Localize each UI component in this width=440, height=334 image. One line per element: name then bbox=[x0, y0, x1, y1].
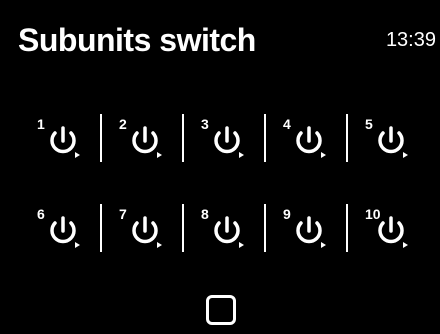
power-icon bbox=[214, 216, 244, 248]
power-icon bbox=[378, 126, 408, 158]
clock: 13:39 bbox=[385, 29, 436, 51]
page-title: Subunits switch bbox=[18, 22, 256, 58]
subunit-4-button[interactable]: 4 bbox=[264, 108, 346, 168]
subunit-2-button[interactable]: 2 bbox=[100, 108, 182, 168]
subunit-6-button[interactable]: 6 bbox=[18, 198, 100, 258]
power-icon bbox=[50, 216, 80, 248]
power-icon bbox=[214, 126, 244, 158]
subunit-3-button[interactable]: 3 bbox=[182, 108, 264, 168]
power-icon bbox=[50, 126, 80, 158]
subunit-row-1: 1 2 3 4 5 bbox=[18, 108, 428, 168]
subunit-9-button[interactable]: 9 bbox=[264, 198, 346, 258]
subunit-1-button[interactable]: 1 bbox=[18, 108, 100, 168]
stop-square-button[interactable] bbox=[206, 295, 236, 325]
subunit-10-button[interactable]: 10 bbox=[346, 198, 428, 258]
power-icon bbox=[132, 216, 162, 248]
power-icon bbox=[378, 216, 408, 248]
subunit-8-button[interactable]: 8 bbox=[182, 198, 264, 258]
power-icon bbox=[296, 126, 326, 158]
subunit-7-button[interactable]: 7 bbox=[100, 198, 182, 258]
power-icon bbox=[132, 126, 162, 158]
subunit-row-2: 6 7 8 9 10 bbox=[18, 198, 428, 258]
subunit-5-button[interactable]: 5 bbox=[346, 108, 428, 168]
power-icon bbox=[296, 216, 326, 248]
